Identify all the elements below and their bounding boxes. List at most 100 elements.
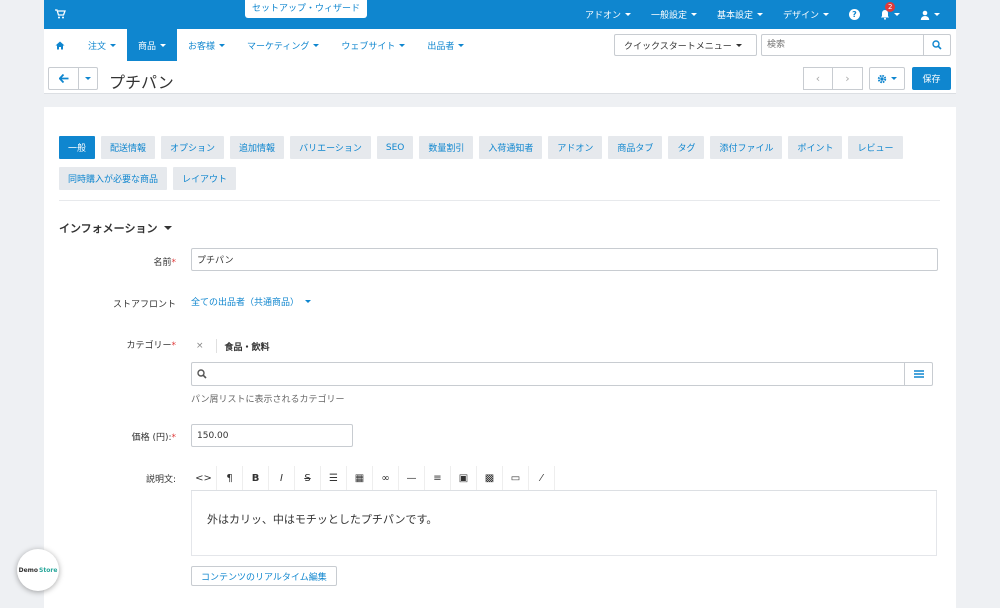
topnav-addons-label: アドオン xyxy=(584,11,621,21)
align-icon[interactable]: ≡ xyxy=(425,466,451,490)
name-input[interactable]: プチパン xyxy=(191,248,938,271)
topnav-general-settings-label: 一般設定 xyxy=(650,11,687,21)
pager: ‹ › xyxy=(803,67,863,90)
tab-shipping[interactable]: 配送情報 xyxy=(101,136,156,159)
search-input[interactable] xyxy=(761,34,924,56)
topnav-design-label: デザイン xyxy=(782,11,819,21)
divider xyxy=(59,200,940,201)
top-bar: セットアップ・ウィザード アドオン 一般設定 基本設定 デザイン ? 2 xyxy=(44,0,956,29)
home-link[interactable] xyxy=(44,29,77,61)
chevron-right-icon: › xyxy=(845,72,850,85)
gear-icon xyxy=(877,74,887,83)
chevron-down-icon xyxy=(891,77,897,80)
chevron-down-icon xyxy=(823,13,829,16)
save-button[interactable]: 保存 xyxy=(912,67,951,90)
chevron-down-icon xyxy=(164,226,173,230)
cart-icon[interactable] xyxy=(54,8,66,20)
tab-stock-subscribers[interactable]: 入荷通知者 xyxy=(479,136,543,159)
video-icon[interactable]: ▭ xyxy=(503,466,529,490)
topnav-design[interactable]: デザイン xyxy=(783,8,829,21)
tab-layout[interactable]: レイアウト xyxy=(173,167,237,190)
quickstart-menu-button[interactable]: クイックスタートメニュー xyxy=(614,34,757,56)
tab-quantity-discounts[interactable]: 数量割引 xyxy=(419,136,474,159)
bulleted-list-icon[interactable]: ☰ xyxy=(321,466,347,490)
tab-attachments[interactable]: 添付ファイル xyxy=(710,136,783,159)
magic-wand-icon[interactable]: ⁄ xyxy=(529,466,555,490)
tab-addons[interactable]: アドオン xyxy=(548,136,603,159)
table-icon[interactable]: ▦ xyxy=(347,466,373,490)
chevron-down-icon xyxy=(458,43,465,47)
chevron-down-icon xyxy=(894,13,900,16)
topnav-addons[interactable]: アドオン xyxy=(585,8,631,21)
demo-store-text-accent: Store xyxy=(39,566,58,574)
prev-item-button[interactable]: ‹ xyxy=(803,67,833,90)
chevron-left-icon: ‹ xyxy=(815,72,821,85)
chevron-down-icon xyxy=(305,300,312,303)
tab-tags[interactable]: タグ xyxy=(668,136,705,159)
description-editor[interactable]: 外はカリッ、中はモチッとしたプチパンです。 xyxy=(191,491,937,556)
notifications-button[interactable]: 2 xyxy=(880,2,900,20)
topnav-general-settings[interactable]: 一般設定 xyxy=(651,8,697,21)
section-information-toggle[interactable]: インフォメーション xyxy=(59,220,173,236)
tab-seo[interactable]: SEO xyxy=(376,136,414,159)
tab-reviews[interactable]: レビュー xyxy=(848,136,903,159)
chevron-down-icon xyxy=(219,43,226,47)
topnav-basic-settings[interactable]: 基本設定 xyxy=(717,8,763,21)
link-icon[interactable]: ∞ xyxy=(373,466,399,490)
back-dropdown-button[interactable] xyxy=(79,67,98,90)
chevron-down-icon xyxy=(160,43,167,47)
search-icon xyxy=(932,40,942,50)
required-mark: * xyxy=(171,258,177,268)
mainnav-marketing[interactable]: マーケティング xyxy=(236,29,330,61)
chevron-down-icon xyxy=(85,77,91,80)
price-input[interactable]: 150.00 xyxy=(191,424,353,447)
search-button[interactable] xyxy=(923,34,951,56)
mainnav-products[interactable]: 商品 xyxy=(127,29,178,61)
back-button[interactable] xyxy=(48,67,79,90)
back-button-group xyxy=(48,67,98,90)
tab-general[interactable]: 一般 xyxy=(59,136,96,159)
chevron-down-icon xyxy=(934,13,940,16)
category-hint: パン屑リストに表示されるカテゴリー xyxy=(191,395,345,405)
settings-dropdown-button[interactable] xyxy=(869,67,905,90)
product-form-card: 一般 配送情報 オプション 追加情報 バリエーション SEO 数量割引 入荷通知… xyxy=(44,107,956,608)
mainnav-marketing-label: マーケティング xyxy=(247,41,310,52)
mainnav-website[interactable]: ウェブサイト xyxy=(330,29,416,61)
user-menu-button[interactable] xyxy=(920,10,940,20)
mainnav-orders[interactable]: 注文 xyxy=(77,29,127,61)
realtime-edit-button[interactable]: コンテンツのリアルタイム編集 xyxy=(191,566,337,586)
horizontal-rule-icon[interactable]: — xyxy=(399,466,425,490)
tab-product-tabs[interactable]: 商品タブ xyxy=(608,136,663,159)
mainnav-vendors-label: 出品者 xyxy=(427,41,455,52)
section-title: インフォメーション xyxy=(59,222,158,235)
demo-store-badge[interactable]: Demo Store xyxy=(17,549,59,591)
tab-required-products[interactable]: 同時購入が必要な商品 xyxy=(59,167,168,190)
bold-icon[interactable]: B xyxy=(243,466,269,490)
chevron-down-icon xyxy=(110,43,117,47)
remove-category-icon[interactable]: × xyxy=(196,341,204,351)
strikethrough-icon[interactable]: S xyxy=(295,466,321,490)
category-search-input[interactable] xyxy=(191,362,933,386)
tab-options[interactable]: オプション xyxy=(161,136,225,159)
search-icon xyxy=(197,369,207,379)
setup-wizard-button[interactable]: セットアップ・ウィザード xyxy=(245,0,368,18)
storefront-dropdown[interactable]: 全ての出品者（共通商品） xyxy=(191,295,312,308)
tab-additional-info[interactable]: 追加情報 xyxy=(230,136,285,159)
help-icon: ? xyxy=(849,9,860,20)
tab-points[interactable]: ポイント xyxy=(788,136,843,159)
user-icon xyxy=(920,10,930,20)
page-title: プチパン xyxy=(109,73,174,92)
required-mark: * xyxy=(171,433,177,443)
chevron-down-icon xyxy=(756,13,763,16)
image-icon[interactable]: ▩ xyxy=(477,466,503,490)
mainnav-vendors[interactable]: 出品者 xyxy=(416,29,475,61)
help-button[interactable]: ? xyxy=(849,9,860,20)
code-view-icon[interactable]: <> xyxy=(191,466,217,490)
mainnav-customers[interactable]: お客様 xyxy=(177,29,236,61)
category-picker-button[interactable] xyxy=(904,363,932,385)
next-item-button[interactable]: › xyxy=(833,67,863,90)
paragraph-icon[interactable]: ¶ xyxy=(217,466,243,490)
italic-icon[interactable]: I xyxy=(269,466,295,490)
font-color-icon[interactable]: ▣ xyxy=(451,466,477,490)
tab-variations[interactable]: バリエーション xyxy=(290,136,371,159)
